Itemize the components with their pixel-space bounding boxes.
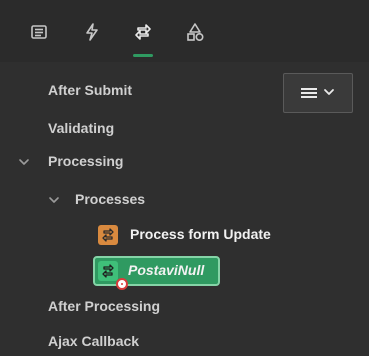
- tree-label-ajax-callback: Ajax Callback: [48, 333, 140, 349]
- tree-label-processes: Processes: [75, 191, 146, 207]
- tab-bar: [0, 0, 369, 62]
- tree-label-after-processing: After Processing: [48, 298, 161, 314]
- tree-label-after-submit: After Submit: [48, 82, 132, 98]
- tree-label-postavinull: PostaviNull: [128, 262, 205, 278]
- tab-dynamic-actions[interactable]: [78, 18, 106, 46]
- refresh-icon: [132, 21, 154, 43]
- tree-item-processes[interactable]: Processes: [0, 189, 240, 211]
- active-tab-indicator: [133, 54, 153, 57]
- tree-item-process-form-update[interactable]: Process form Update: [0, 224, 300, 246]
- tab-shared-components[interactable]: [181, 18, 209, 46]
- tree-label-process-form-update: Process form Update: [130, 226, 271, 242]
- tree-menu-button[interactable]: [283, 73, 353, 113]
- expand-caret-icon[interactable]: [48, 194, 60, 206]
- tree-label-processing: Processing: [48, 153, 124, 169]
- list-icon: [29, 22, 49, 42]
- tree-label-validating: Validating: [48, 120, 115, 136]
- error-indicator-icon: [116, 278, 128, 290]
- tree-item-postavinull[interactable]: PostaviNull: [0, 260, 300, 290]
- tab-processing[interactable]: [129, 18, 157, 46]
- tree-item-after-submit[interactable]: After Submit: [0, 80, 200, 102]
- tree-item-after-processing[interactable]: After Processing: [0, 296, 220, 318]
- process-icon: [98, 225, 118, 245]
- process-icon: [98, 261, 118, 281]
- tree-item-ajax-callback[interactable]: Ajax Callback: [0, 331, 220, 353]
- shapes-icon: [184, 21, 206, 43]
- hamburger-icon: [301, 87, 317, 99]
- tree-item-validating[interactable]: Validating: [0, 118, 200, 140]
- lightning-icon: [82, 22, 102, 42]
- tab-rendering[interactable]: [25, 18, 53, 46]
- expand-caret-icon[interactable]: [18, 156, 30, 168]
- tree-item-processing[interactable]: Processing: [0, 151, 220, 173]
- chevron-down-icon: [323, 86, 335, 101]
